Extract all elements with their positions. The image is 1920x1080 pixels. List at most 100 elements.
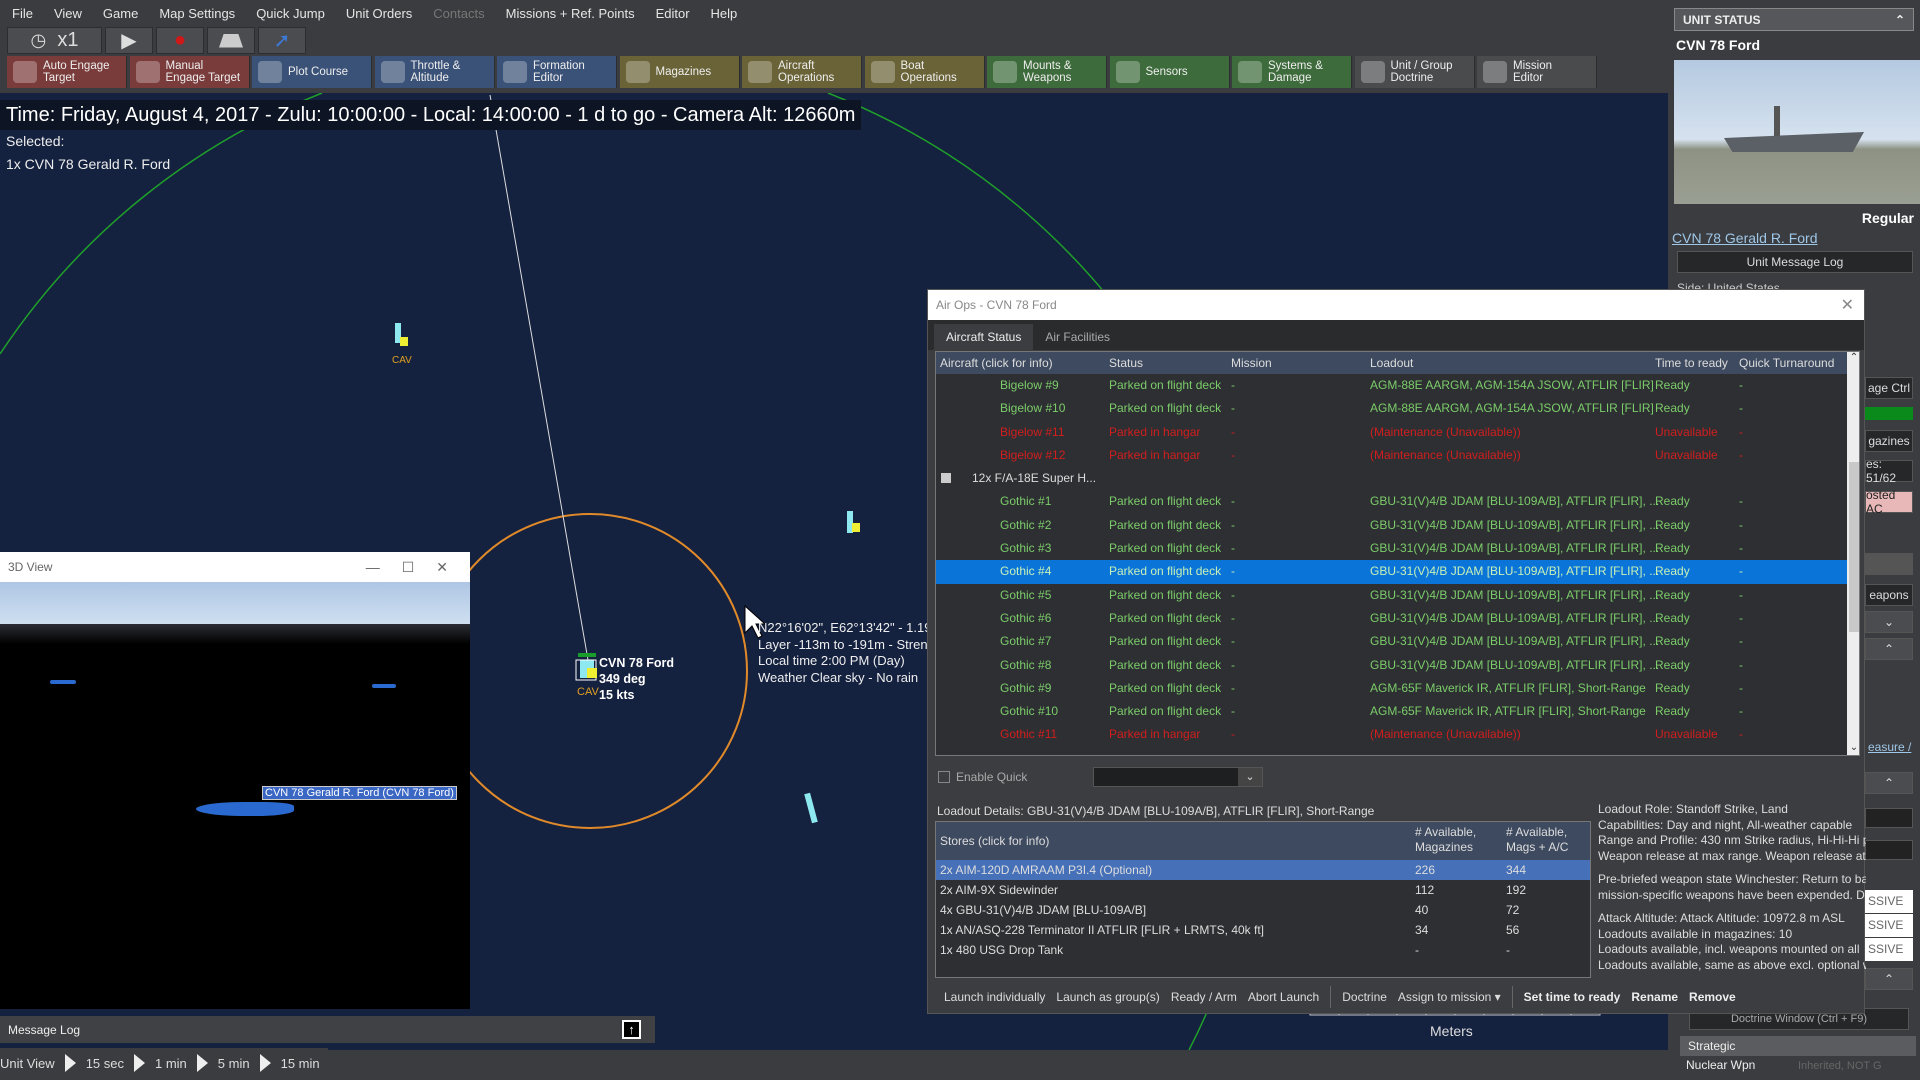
toolbar-mission-editor-button[interactable]: Mission Editor <box>1477 56 1597 88</box>
close-icon[interactable]: ✕ <box>436 559 470 575</box>
toolbar-throttle-altitude-button[interactable]: Throttle & Altitude <box>374 56 495 88</box>
weapons-button[interactable]: eapons <box>1865 584 1913 606</box>
launch-individually-button[interactable]: Launch individually <box>944 990 1045 1004</box>
launch-as-group-s-button[interactable]: Launch as group(s) <box>1056 990 1159 1004</box>
menu-missions-ref-points[interactable]: Missions + Ref. Points <box>506 6 635 21</box>
table-row[interactable]: Gothic #2 Parked on flight deck - GBU-31(V)… <box>936 514 1859 537</box>
col-quick-turnaround[interactable]: Quick Turnaround <box>1739 356 1834 370</box>
magazines-button[interactable]: gazines <box>1865 430 1913 452</box>
close-icon[interactable]: ✕ <box>1841 295 1864 315</box>
air-ops-titlebar[interactable]: Air Ops - CVN 78 Ford ✕ <box>928 290 1864 320</box>
table-row[interactable]: Bigelow #10 Parked on flight deck - AGM-88E… <box>936 397 1859 420</box>
store-row[interactable]: 1x 480 USG Drop Tank - - <box>936 940 1590 960</box>
table-row[interactable]: Gothic #3 Parked on flight deck - GBU-31(V)… <box>936 537 1859 560</box>
menu-contacts[interactable]: Contacts <box>433 6 484 21</box>
assign-to-mission-button[interactable]: Assign to mission ▾ <box>1398 990 1501 1004</box>
collapse-icon[interactable]: ⌃ <box>1865 772 1913 794</box>
table-row[interactable]: Gothic #7 Parked on flight deck - GBU-31(V)… <box>936 630 1859 653</box>
step-15sec[interactable]: 15 sec <box>86 1056 124 1071</box>
menu-unit-orders[interactable]: Unit Orders <box>346 6 412 21</box>
table-row[interactable]: Gothic #5 Parked on flight deck - GBU-31(V)… <box>936 584 1859 607</box>
table-row[interactable]: Bigelow #9 Parked on flight deck - AGM-88E … <box>936 374 1859 397</box>
set-time-to-ready-button[interactable]: Set time to ready <box>1524 990 1621 1004</box>
input-field[interactable] <box>1865 553 1913 575</box>
scroll-thumb[interactable] <box>1849 462 1859 632</box>
step-15min[interactable]: 15 min <box>281 1056 320 1071</box>
table-row[interactable]: Gothic #6 Parked on flight deck - GBU-31(V)… <box>936 607 1859 630</box>
quick-turnaround-select[interactable]: ⌄ <box>1093 767 1263 787</box>
col-mission[interactable]: Mission <box>1231 356 1272 370</box>
record-button[interactable]: ● <box>156 27 204 54</box>
chevron-down-icon[interactable]: ⌄ <box>1238 768 1262 786</box>
damage-control-button[interactable]: age Ctrl <box>1865 377 1913 399</box>
unit-link[interactable]: CVN 78 Gerald R. Ford <box>1672 230 1818 246</box>
vertical-scrollbar[interactable]: ⌃ ⌄ <box>1847 352 1859 755</box>
ready-arm-button[interactable]: Ready / Arm <box>1171 990 1237 1004</box>
menu-editor[interactable]: Editor <box>656 6 690 21</box>
toolbar-boat-operations-button[interactable]: Boat Operations <box>864 56 985 88</box>
enable-quick-checkbox[interactable]: Enable Quick <box>938 770 1027 784</box>
store-row[interactable]: 2x AIM-9X Sidewinder 112 192 <box>936 880 1590 900</box>
group-row[interactable]: 12x F/A-18E Super H... <box>936 467 1859 490</box>
toolbar-auto-engage-target-button[interactable]: Auto Engage Target <box>7 56 127 88</box>
abort-launch-button[interactable]: Abort Launch <box>1248 990 1319 1004</box>
time-compression-button[interactable]: ◷ x1 <box>7 27 102 54</box>
minimize-icon[interactable]: — <box>366 559 402 575</box>
nuclear-weapons-value[interactable]: Inherited, NOT G <box>1798 1060 1882 1072</box>
play-button[interactable]: ▶ <box>105 27 153 54</box>
menu-quick-jump[interactable]: Quick Jump <box>256 6 325 21</box>
strategic-header[interactable]: Strategic <box>1680 1036 1916 1056</box>
store-row[interactable]: 4x GBU-31(V)4/B JDAM [BLU-109A/B] 40 72 <box>936 900 1590 920</box>
step-arrow-icon[interactable] <box>196 1054 208 1072</box>
toolbar-formation-editor-button[interactable]: Formation Editor <box>497 56 617 88</box>
input-field[interactable] <box>1865 808 1913 828</box>
scroll-up-icon[interactable]: ⌃ <box>1847 352 1859 363</box>
table-row[interactable]: Gothic #1 Parked on flight deck - GBU-31(V)… <box>936 490 1859 513</box>
col-time-to-ready[interactable]: Time to ready <box>1655 356 1728 370</box>
emcon-sonar[interactable]: SSIVE <box>1865 914 1913 937</box>
emcon-oecm[interactable]: SSIVE <box>1865 938 1913 961</box>
emcon-radar[interactable]: SSIVE <box>1865 890 1913 913</box>
table-row[interactable]: Gothic #9 Parked on flight deck - AGM-65F M… <box>936 677 1859 700</box>
step-arrow-icon[interactable] <box>259 1054 271 1072</box>
table-row[interactable]: Gothic #10 Parked on flight deck - AGM-65F … <box>936 700 1859 723</box>
unit-message-log-button[interactable]: Unit Message Log <box>1677 251 1913 273</box>
toolbar-sensors-button[interactable]: Sensors <box>1109 56 1230 88</box>
collapse-icon[interactable]: ⌃ <box>1865 968 1913 990</box>
expand-up-icon[interactable]: ↑ <box>622 1020 641 1039</box>
collapse-group-icon[interactable] <box>941 473 951 484</box>
message-log-bar[interactable]: Message Log ↑ <box>0 1016 655 1043</box>
step-1min[interactable]: 1 min <box>155 1056 187 1071</box>
toolbar-aircraft-operations-button[interactable]: Aircraft Operations <box>742 56 862 88</box>
table-row[interactable]: Gothic #8 Parked on flight deck - GBU-31(V)… <box>936 654 1859 677</box>
toolbar-magazines-button[interactable]: Magazines <box>619 56 740 88</box>
unit-status-header[interactable]: UNIT STATUS ⌃ <box>1674 8 1914 31</box>
col-stores[interactable]: Stores (click for info) <box>940 834 1049 848</box>
col-loadout[interactable]: Loadout <box>1370 356 1413 370</box>
collapse-icon[interactable]: ⌃ <box>1895 13 1905 27</box>
input-field[interactable] <box>1865 840 1913 860</box>
collapse-icon[interactable]: ⌃ <box>1865 638 1913 660</box>
toolbar-unit-group-doctrine-button[interactable]: Unit / Group Doctrine <box>1354 56 1475 88</box>
col-available-magazines[interactable]: # Available, Magazines <box>1415 825 1476 855</box>
toolbar-plot-course-button[interactable]: Plot Course <box>252 56 372 88</box>
expand-icon[interactable]: ⌄ <box>1865 611 1913 633</box>
remove-button[interactable]: Remove <box>1689 990 1736 1004</box>
hosted-ac-button[interactable]: osted AC <box>1865 488 1913 516</box>
table-row[interactable]: Gothic #11 Parked in hangar - (Maintenance … <box>936 723 1859 746</box>
menu-file[interactable]: File <box>12 6 33 21</box>
jump-button[interactable]: ➚ <box>258 27 306 54</box>
table-row[interactable]: Gothic #4 Parked on flight deck - GBU-31(V)… <box>936 560 1859 584</box>
layers-button[interactable] <box>207 27 255 54</box>
step-5min[interactable]: 5 min <box>218 1056 250 1071</box>
col-available-total[interactable]: # Available, Mags + A/C <box>1506 825 1568 855</box>
store-row[interactable]: 2x AIM-120D AMRAAM P3I.4 (Optional) 226 34… <box>936 860 1590 880</box>
tab-air-facilities[interactable]: Air Facilities <box>1033 324 1122 350</box>
toolbar-systems-damage-button[interactable]: Systems & Damage <box>1232 56 1352 88</box>
aircraft-count-button[interactable]: es: 51/62 <box>1865 457 1913 485</box>
table-row[interactable]: Bigelow #12 Parked in hangar - (Maintenance… <box>936 444 1859 467</box>
measure-link[interactable]: easure / <box>1868 740 1911 754</box>
carrier-model[interactable] <box>196 802 294 816</box>
unit-view-label[interactable]: Unit View <box>0 1056 55 1071</box>
menu-view[interactable]: View <box>54 6 82 21</box>
